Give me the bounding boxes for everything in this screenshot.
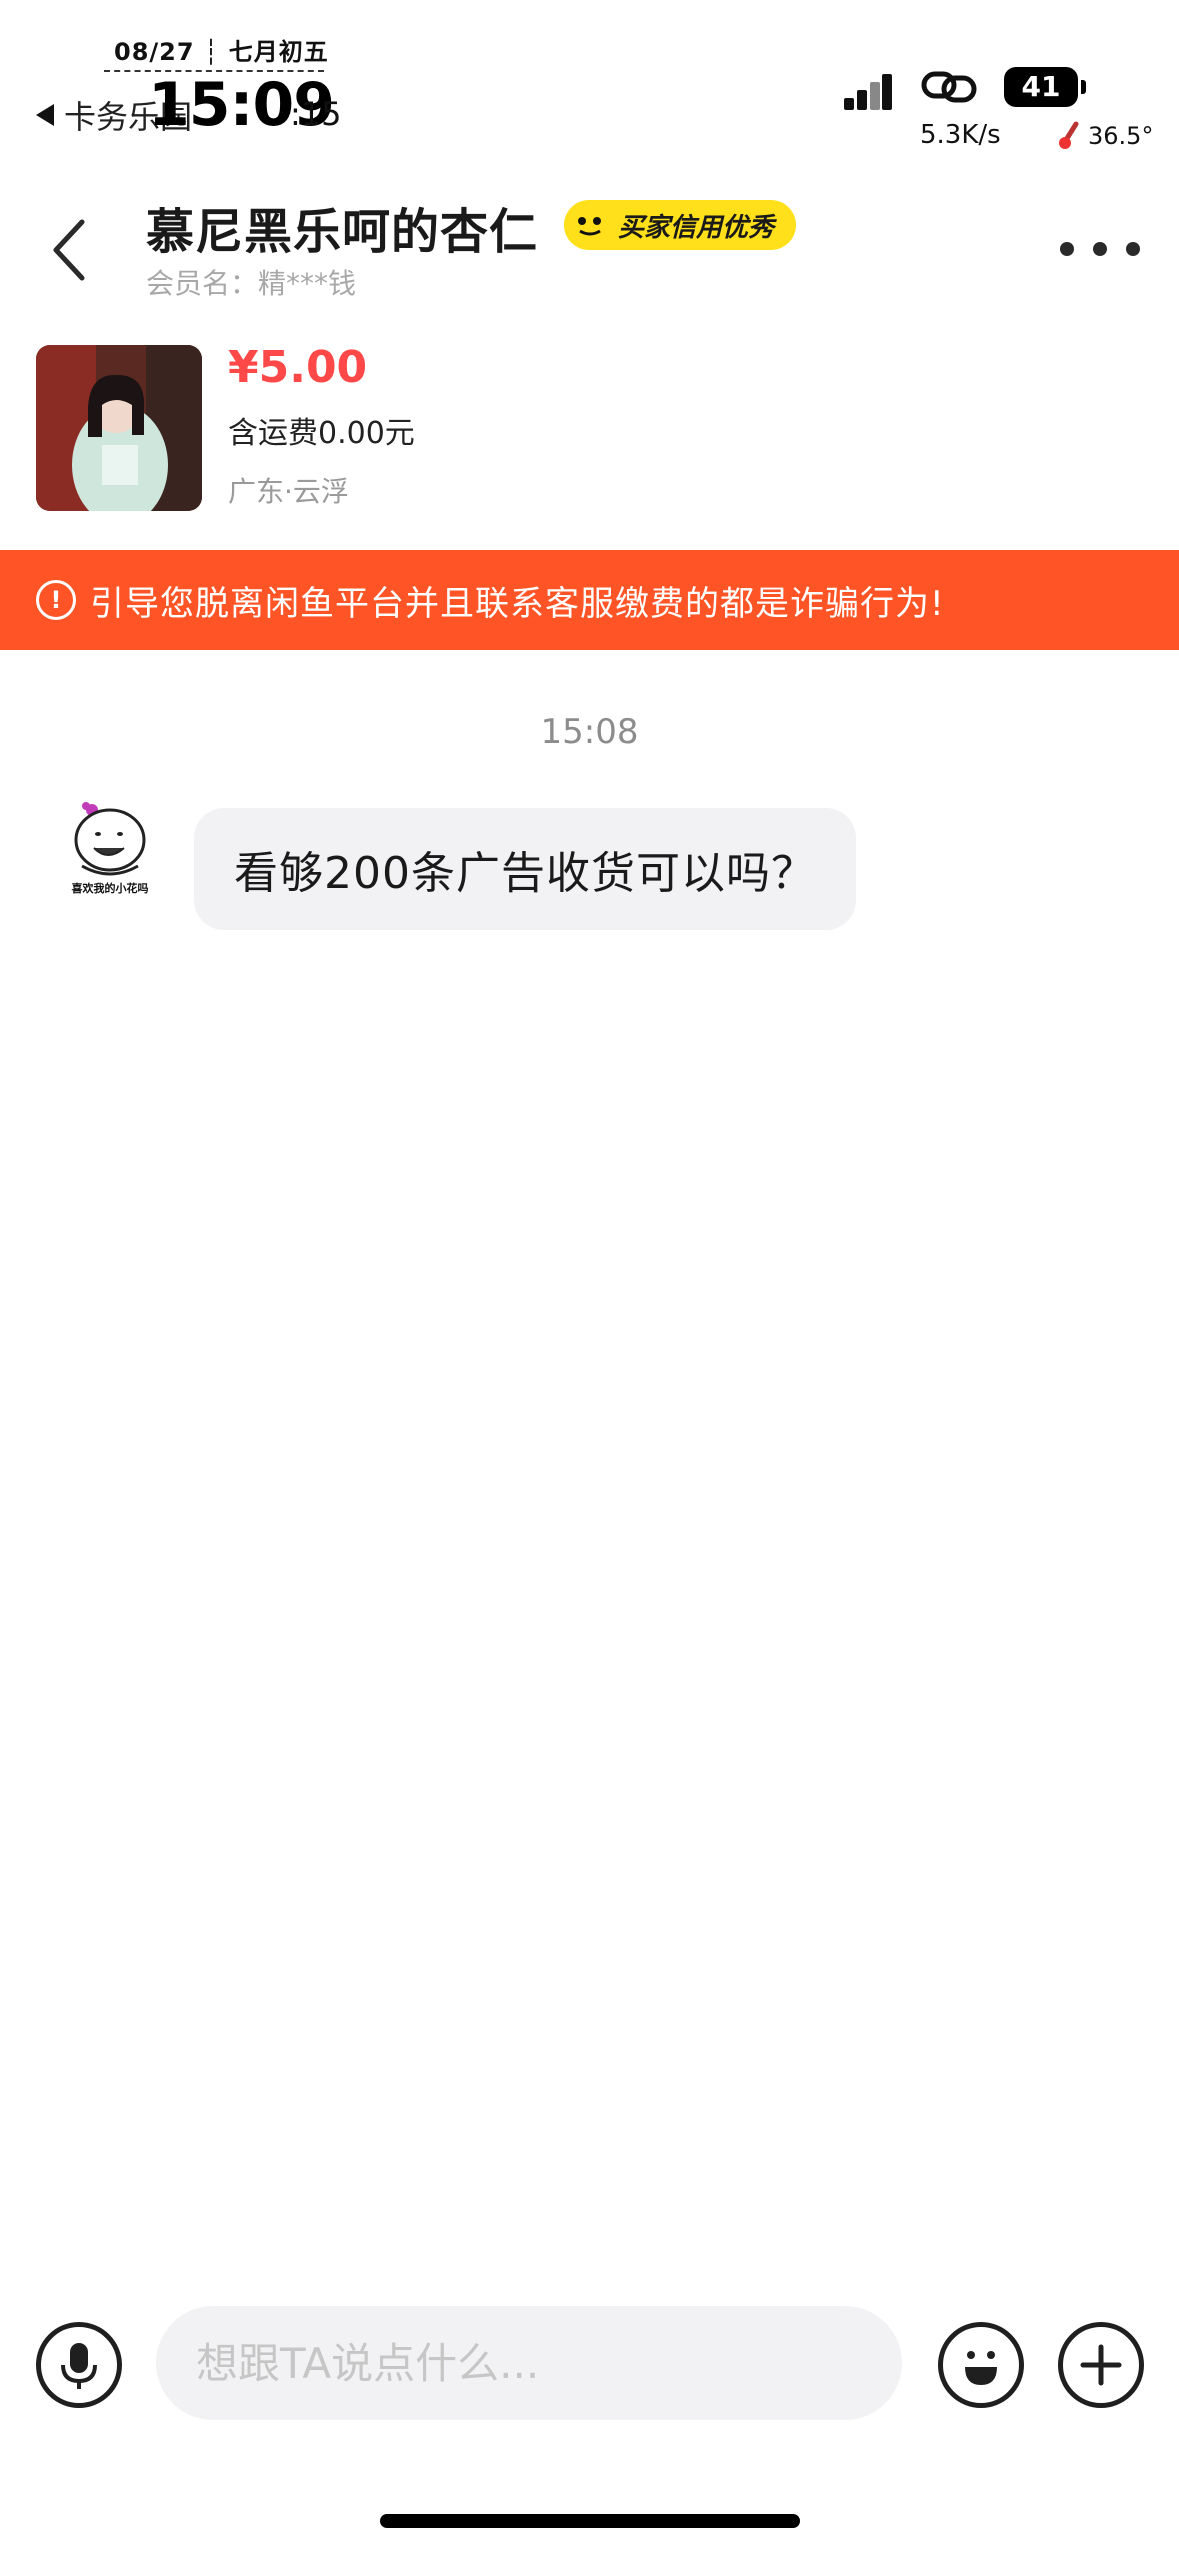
member-name: 会员名：精***钱 [146, 267, 357, 300]
device-temperature: 36.5° [1088, 122, 1154, 150]
plus-icon[interactable] [1058, 2322, 1144, 2408]
signal-icon [844, 72, 892, 110]
warning-text: 引导您脱离闲鱼平台并且联系客服缴费的都是诈骗行为! [90, 583, 945, 624]
product-card[interactable]: ¥5.00 含运费0.00元 广东·云浮 [0, 320, 1179, 550]
battery-tip [1081, 80, 1086, 94]
avatar-caption: 喜欢我的小花吗 [71, 882, 149, 895]
product-shipping: 含运费0.00元 [228, 416, 415, 451]
status-date: 08/27 ┆ 七月初五 [114, 38, 329, 66]
thermometer-icon [1059, 121, 1079, 149]
credit-badge-label: 买家信用优秀 [618, 212, 775, 243]
battery-icon: 41 [1004, 67, 1078, 107]
product-price: ¥5.00 [228, 342, 368, 393]
mic-icon[interactable] [36, 2322, 122, 2408]
smiley-face-icon [572, 207, 608, 243]
message-bubble[interactable]: 看够200条广告收货可以吗？ [194, 808, 856, 930]
message-text: 看够200条广告收货可以吗？ [234, 848, 816, 899]
home-indicator[interactable] [380, 2514, 800, 2528]
emoji-icon[interactable] [938, 2322, 1024, 2408]
product-thumbnail[interactable] [36, 345, 202, 511]
chat-title: 慕尼黑乐呵的杏仁 [146, 204, 539, 260]
status-seconds: :15 [290, 95, 342, 133]
input-bar [0, 2290, 1179, 2440]
link-icon [921, 71, 977, 103]
chat-header: 慕尼黑乐呵的杏仁 买家信用优秀 会员名：精***钱 [0, 170, 1179, 320]
back-triangle-icon [36, 104, 54, 126]
fraud-warning-banner: ! 引导您脱离闲鱼平台并且联系客服缴费的都是诈骗行为! [0, 550, 1179, 650]
credit-badge[interactable]: 买家信用优秀 [564, 200, 797, 250]
product-location: 广东·云浮 [228, 475, 349, 508]
message-timestamp: 15:08 [540, 712, 639, 752]
network-speed: 5.3K/s [920, 120, 1001, 150]
warning-icon: ! [36, 580, 76, 620]
more-icon[interactable] [1060, 234, 1140, 264]
message-input[interactable] [156, 2306, 902, 2420]
back-arrow-icon[interactable] [42, 210, 102, 290]
status-bar: 08/27 ┆ 七月初五 卡务乐园 15:09 :15 5.3K/s 41 36… [0, 0, 1179, 170]
